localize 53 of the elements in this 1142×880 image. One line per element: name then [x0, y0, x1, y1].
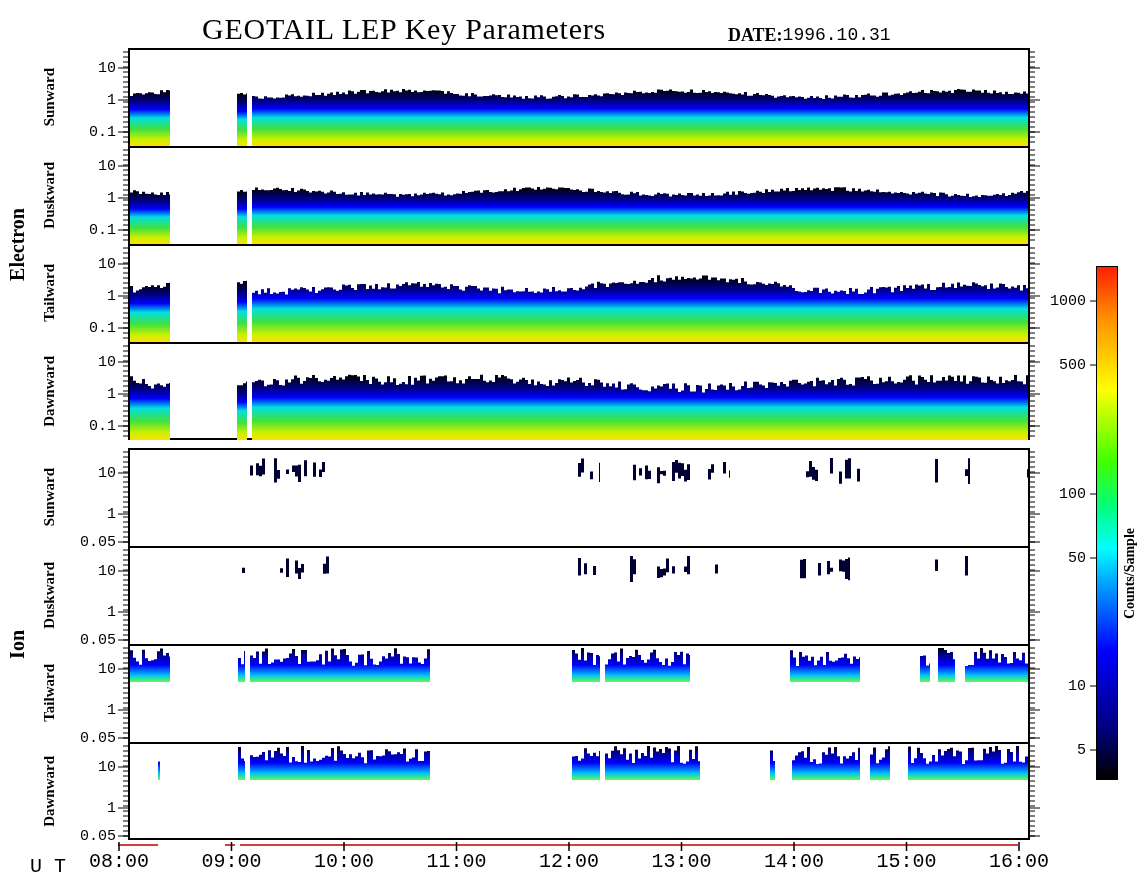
- panel-label: Sunward: [39, 67, 58, 127]
- y-tick-label: 10: [98, 256, 116, 272]
- colorbar-tick-label: 50: [1068, 550, 1086, 566]
- y-tick-label: 0.05: [80, 632, 116, 648]
- y-tick-label: 10: [98, 661, 116, 677]
- colorbar-title: Counts/Sample: [1120, 528, 1138, 620]
- x-tick-label: 10:00: [314, 852, 374, 872]
- y-tick-label: 10: [98, 759, 116, 775]
- colorbar-tick-label: 500: [1059, 357, 1086, 373]
- y-tick-label: 0.1: [89, 124, 116, 140]
- panel-label: Duskward: [39, 561, 58, 629]
- y-tick-label: 0.05: [80, 828, 116, 844]
- chart-title: GEOTAIL LEP Key Parameters: [202, 14, 606, 44]
- group-label: Ion: [5, 629, 29, 659]
- panel-label: Dawnward: [39, 355, 58, 427]
- y-tick-label: 1: [107, 604, 116, 620]
- y-tick-label: 1: [107, 506, 116, 522]
- colorbar-tick-label: 10: [1068, 678, 1086, 694]
- y-tick-label: 10: [98, 158, 116, 174]
- date-label: DATE:: [727, 26, 783, 44]
- y-tick-label: 10: [98, 563, 116, 579]
- y-tick-label: 1: [107, 702, 116, 718]
- y-tick-label: 0.05: [80, 534, 116, 550]
- x-tick-label: 14:00: [764, 852, 824, 872]
- panel-label: Tailward: [39, 664, 58, 722]
- y-tick-label: 1: [107, 800, 116, 816]
- panel-label: Sunward: [39, 467, 58, 527]
- x-tick-label: 09:00: [201, 852, 262, 872]
- y-tick-label: 10: [98, 60, 116, 76]
- panel-label: Dawnward: [39, 755, 58, 827]
- y-tick-label: 10: [98, 465, 116, 481]
- panel-label: Duskward: [39, 161, 58, 229]
- x-tick-label: 08:00: [89, 852, 149, 872]
- y-tick-label: 1: [107, 288, 116, 304]
- y-tick-label: 0.05: [80, 730, 116, 746]
- y-tick-label: 0.1: [89, 418, 116, 434]
- group-label: Electron: [5, 207, 29, 281]
- y-tick-label: 1: [107, 386, 116, 402]
- x-tick-label: 13:00: [651, 852, 712, 872]
- y-tick-label: 10: [98, 354, 116, 370]
- x-tick-label: 12:00: [539, 852, 599, 872]
- colorbar-tick-label: 5: [1077, 742, 1086, 758]
- y-tick-label: 1: [107, 190, 116, 206]
- colorbar-tick-label: 100: [1059, 486, 1086, 502]
- colorbar-tick-label: 1000: [1050, 293, 1086, 309]
- x-tick-label: 11:00: [426, 852, 487, 872]
- x-tick-label: 16:00: [989, 852, 1049, 872]
- x-tick-label: 15:00: [876, 852, 937, 872]
- y-tick-label: 1: [107, 92, 116, 108]
- y-tick-label: 0.1: [89, 320, 116, 336]
- date-value: 1996.10.31: [782, 26, 891, 44]
- panel-label: Tailward: [39, 264, 58, 322]
- y-tick-label: 0.1: [89, 222, 116, 238]
